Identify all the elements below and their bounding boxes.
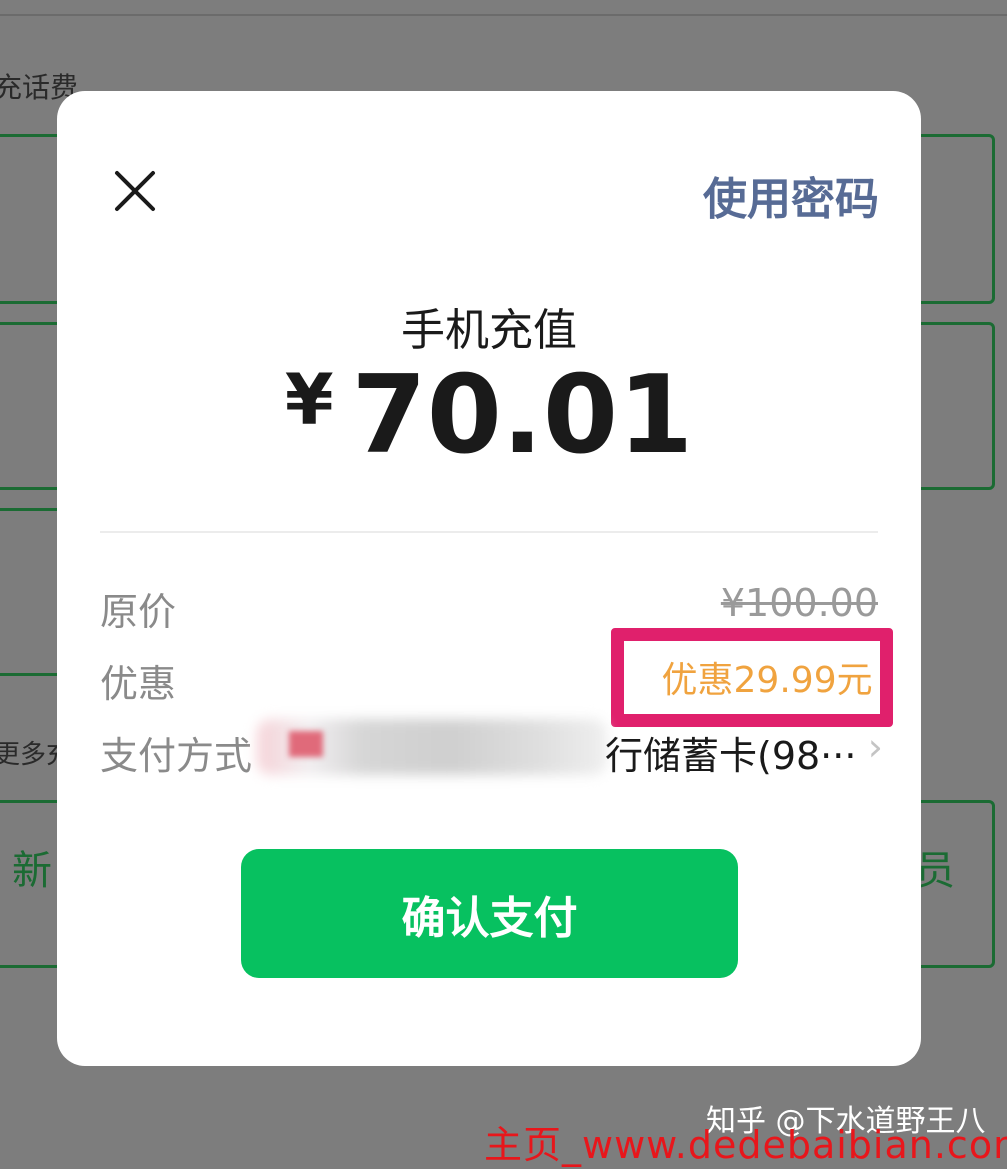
discount-label: 优惠 xyxy=(100,662,177,706)
divider xyxy=(100,531,878,533)
highlight-annotation-box xyxy=(611,628,893,727)
background-card-right-2[interactable] xyxy=(910,322,995,490)
chevron-right-icon[interactable]: › xyxy=(868,725,883,769)
close-icon[interactable] xyxy=(107,163,163,219)
background-card-right-text: 员 xyxy=(915,848,955,894)
original-price-label: 原价 xyxy=(100,590,177,634)
payment-title: 手机充值 xyxy=(401,305,577,356)
payment-amount: ¥70.01 xyxy=(57,353,921,478)
background-card-left-text: 新 xyxy=(12,848,52,894)
payment-method-value[interactable]: 行储蓄卡(98··· xyxy=(605,725,856,780)
currency-symbol: ¥ xyxy=(284,359,334,441)
payment-dialog: 使用密码 手机充值 ¥70.01 原价 ¥100.00 优惠 优惠29.99元 ›… xyxy=(57,91,921,1066)
amount-value: 70.01 xyxy=(351,353,694,478)
payment-method-label: 支付方式 xyxy=(100,734,253,778)
background-divider xyxy=(0,14,1007,16)
background-card-right-1[interactable] xyxy=(910,134,995,304)
confirm-pay-button[interactable]: 确认支付 xyxy=(241,849,738,978)
redacted-bank-logo xyxy=(289,731,323,757)
original-price-value: ¥100.00 xyxy=(720,581,878,625)
site-watermark: 主页_www.dedebaibian.com xyxy=(484,1123,1007,1167)
use-password-link[interactable]: 使用密码 xyxy=(703,163,879,227)
